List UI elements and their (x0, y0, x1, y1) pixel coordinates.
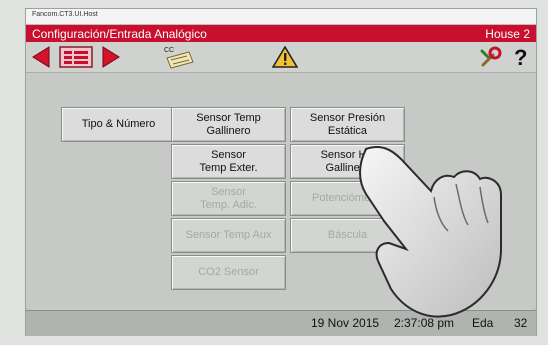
toolbar: CC ? (26, 42, 536, 73)
sensor-temp-gallinero-label: Sensor Temp Gallinero (196, 111, 261, 137)
wrench-icon (480, 46, 502, 67)
next-button[interactable] (100, 45, 122, 69)
device-bezel: Fancom.CT3.UI.Host Configuración/Entrada… (0, 0, 548, 345)
arrow-left-icon (32, 46, 50, 68)
cc-document-icon: CC (164, 47, 194, 69)
sensor-temp-gallinero-button[interactable]: Sensor Temp Gallinero (171, 107, 286, 142)
status-number: 32 (514, 316, 528, 330)
sensor-temp-exter-button[interactable]: Sensor Temp Exter. (171, 144, 286, 179)
sensor-temp-exter-label: Sensor Temp Exter. (199, 148, 258, 174)
prev-button[interactable] (30, 45, 52, 69)
house-label: House 2 (485, 27, 530, 41)
pointing-hand-icon (359, 146, 502, 318)
touch-screen: Fancom.CT3.UI.Host Configuración/Entrada… (25, 8, 537, 336)
svg-text:?: ? (514, 45, 527, 69)
help-button[interactable]: ? (510, 45, 532, 69)
cc-button[interactable]: CC (161, 45, 197, 69)
sensor-temp-aux-label: Sensor Temp Aux (185, 229, 272, 241)
sensor-temp-adic-button: Sensor Temp. Adic. (171, 181, 286, 216)
cc-label: CC (164, 47, 174, 54)
window-title: Fancom.CT3.UI.Host (32, 11, 98, 18)
warning-icon (272, 45, 298, 68)
menu-list-icon (59, 46, 93, 68)
co2-sensor-button: CO2 Sensor (171, 255, 286, 290)
header-bar: Configuración/Entrada Analógico House 2 (26, 25, 536, 42)
co2-sensor-label: CO2 Sensor (198, 266, 259, 278)
tipo-numero-button[interactable]: Tipo & Número (61, 107, 176, 142)
tipo-numero-label: Tipo & Número (81, 118, 156, 130)
page-title: Configuración/Entrada Analógico (32, 27, 207, 41)
help-icon: ? (514, 45, 527, 69)
sensor-temp-adic-label: Sensor Temp. Adic. (200, 185, 257, 211)
tools-button[interactable] (478, 45, 504, 69)
sensor-presion-estatica-button[interactable]: Sensor Presión Estática (290, 107, 405, 142)
arrow-right-icon (102, 46, 120, 68)
window-titlebar: Fancom.CT3.UI.Host (26, 9, 536, 25)
sensor-temp-aux-button: Sensor Temp Aux (171, 218, 286, 253)
sensor-presion-estatica-label: Sensor Presión Estática (309, 111, 386, 137)
warning-button[interactable] (271, 45, 299, 69)
menu-button[interactable] (58, 45, 94, 69)
